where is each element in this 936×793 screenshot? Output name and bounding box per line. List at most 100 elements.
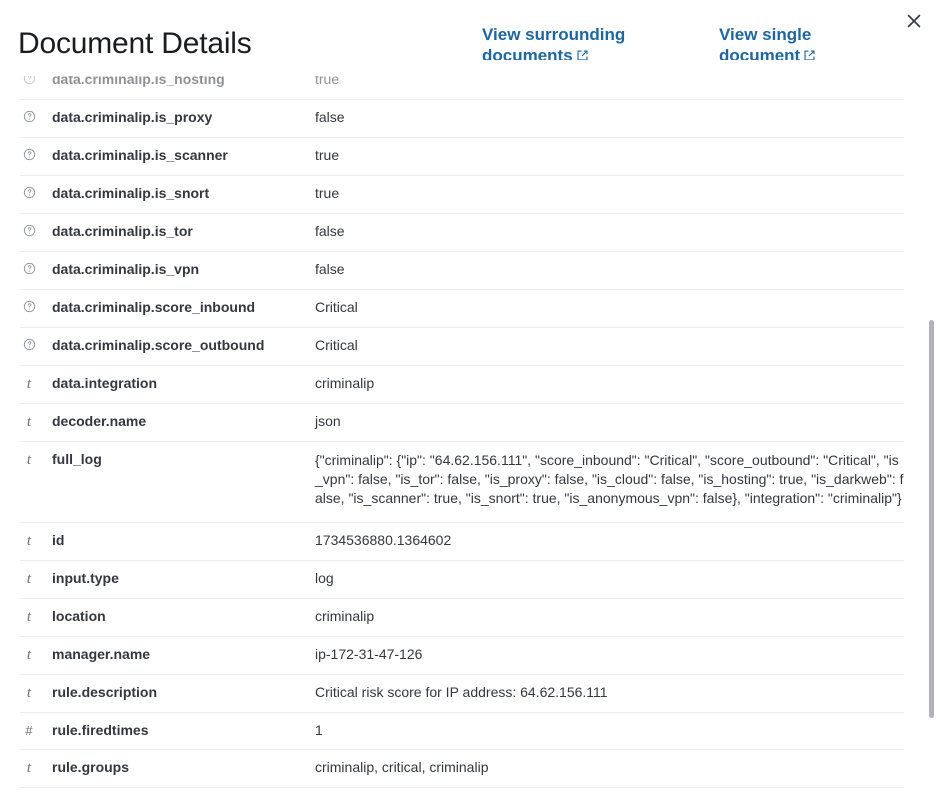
field-type-cell: t bbox=[20, 637, 52, 675]
field-name-cell: location bbox=[52, 608, 106, 624]
table-row: t rule.groups criminalip, critical, crimin… bbox=[20, 750, 904, 788]
table-row: data.criminalip.is_tor false bbox=[20, 214, 904, 252]
table-row: trule.id100628 bbox=[20, 788, 904, 793]
number-type-icon: # bbox=[25, 723, 33, 738]
table-row: t decoder.name json bbox=[20, 404, 904, 442]
field-name-cell: rule.description bbox=[52, 684, 158, 700]
field-name-cell: data.criminalip.score_outbound bbox=[52, 337, 265, 353]
table-row: data.criminalip.is_vpn false bbox=[20, 252, 904, 290]
text-type-icon: t bbox=[26, 760, 32, 776]
table-row: data.criminalip.is_snort true bbox=[20, 176, 904, 214]
field-value-cell: {"criminalip": {"ip": "64.62.156.111", "… bbox=[315, 452, 904, 506]
field-value-cell: true bbox=[315, 185, 340, 201]
flyout-header: Document Details View surrounding docume… bbox=[0, 0, 936, 76]
text-type-icon: t bbox=[26, 685, 32, 701]
field-name-cell: data.criminalip.is_scanner bbox=[52, 147, 228, 163]
field-value-cell: false bbox=[315, 223, 345, 239]
table-row: t full_log {"criminalip": {"ip": "64.62.15… bbox=[20, 442, 904, 523]
table-row: t manager.name ip-172-31-47-126 bbox=[20, 637, 904, 675]
external-link-icon bbox=[576, 49, 589, 62]
field-name-cell: data.criminalip.is_snort bbox=[52, 185, 210, 201]
table-row: t location criminalip bbox=[20, 599, 904, 637]
text-type-icon: t bbox=[26, 571, 32, 587]
close-button[interactable] bbox=[900, 8, 928, 36]
question-circle-icon bbox=[20, 184, 38, 199]
field-type-cell: t bbox=[20, 442, 52, 523]
field-name-cell: rule.groups bbox=[52, 759, 130, 775]
field-type-cell bbox=[20, 100, 52, 138]
field-name-cell: input.type bbox=[52, 570, 119, 586]
page-title: Document Details bbox=[18, 27, 252, 60]
field-name-cell: data.criminalip.is_vpn bbox=[52, 261, 200, 277]
field-name-cell: id bbox=[52, 532, 65, 548]
field-name-cell: data.criminalip.is_proxy bbox=[52, 109, 213, 125]
field-type-cell: t bbox=[20, 404, 52, 442]
field-type-cell bbox=[20, 214, 52, 252]
question-circle-icon bbox=[20, 298, 38, 313]
field-type-cell: t bbox=[20, 750, 52, 788]
question-circle-icon bbox=[20, 260, 38, 275]
view-surrounding-documents-link[interactable]: View surrounding documents bbox=[482, 24, 657, 66]
question-circle-icon bbox=[20, 146, 38, 161]
document-fields-table: data.criminalip.is_hosting true data.crimi… bbox=[20, 62, 904, 793]
field-value-cell: json bbox=[315, 413, 341, 429]
table-row: t data.integration criminalip bbox=[20, 366, 904, 404]
field-type-cell: t bbox=[20, 523, 52, 561]
field-name-cell: data.criminalip.score_inbound bbox=[52, 299, 256, 315]
table-row: t id 1734536880.1364602 bbox=[20, 523, 904, 561]
scrollbar-thumb[interactable] bbox=[929, 320, 934, 718]
field-value-cell[interactable]: 100628 bbox=[315, 788, 904, 793]
question-circle-icon bbox=[20, 108, 38, 123]
field-type-cell: # bbox=[20, 713, 52, 750]
field-type-cell: t bbox=[20, 675, 52, 713]
field-value-cell: false bbox=[315, 109, 345, 125]
table-row: # rule.firedtimes 1 bbox=[20, 713, 904, 750]
header-links: View surrounding documents View single d… bbox=[482, 24, 894, 66]
view-surrounding-documents-label: View surrounding documents bbox=[482, 25, 626, 65]
field-type-cell bbox=[20, 328, 52, 366]
document-details-flyout: data.criminalip.is_hosting true data.crimi… bbox=[0, 0, 936, 793]
document-fields-table-body: data.criminalip.is_hosting true data.crimi… bbox=[20, 62, 904, 793]
text-type-icon: t bbox=[26, 647, 32, 663]
text-type-icon: t bbox=[26, 452, 32, 468]
field-value-cell: Critical risk score for IP address: 64.6… bbox=[315, 684, 608, 700]
field-value-cell: 1 bbox=[315, 722, 323, 738]
field-value-cell: log bbox=[315, 570, 334, 586]
field-value-cell: criminalip bbox=[315, 608, 375, 624]
field-type-cell bbox=[20, 252, 52, 290]
field-type-cell bbox=[20, 138, 52, 176]
field-name-cell: data.integration bbox=[52, 375, 158, 391]
view-single-document-link[interactable]: View single document bbox=[719, 24, 894, 66]
text-type-icon: t bbox=[26, 609, 32, 625]
field-value-cell: false bbox=[315, 261, 345, 277]
field-name-cell: data.criminalip.is_tor bbox=[52, 223, 193, 239]
external-link-icon bbox=[803, 49, 816, 62]
field-name-cell: manager.name bbox=[52, 646, 151, 662]
document-details-scroll-area[interactable]: data.criminalip.is_hosting true data.crimi… bbox=[0, 0, 936, 793]
field-type-cell bbox=[20, 290, 52, 328]
field-value-cell: true bbox=[315, 147, 340, 163]
field-type-cell: t bbox=[20, 366, 52, 404]
field-name-cell: rule.firedtimes bbox=[52, 722, 149, 738]
scrollbar-track[interactable] bbox=[921, 0, 936, 793]
table-row: data.criminalip.is_proxy false bbox=[20, 100, 904, 138]
field-value-cell: Critical bbox=[315, 337, 358, 353]
table-row: data.criminalip.score_inbound Critical bbox=[20, 290, 904, 328]
table-row: t input.type log bbox=[20, 561, 904, 599]
field-value-cell: 1734536880.1364602 bbox=[315, 532, 452, 548]
field-value-cell: criminalip bbox=[315, 375, 375, 391]
text-type-icon: t bbox=[26, 414, 32, 430]
field-name-cell: rule.id bbox=[52, 788, 315, 793]
text-type-icon: t bbox=[26, 376, 32, 392]
view-single-document-label: View single document bbox=[719, 25, 812, 65]
field-name-cell: full_log bbox=[52, 451, 102, 467]
table-row: data.criminalip.is_scanner true bbox=[20, 138, 904, 176]
table-row: t rule.description Critical risk score for… bbox=[20, 675, 904, 713]
field-value-cell: Critical bbox=[315, 299, 358, 315]
close-icon bbox=[906, 13, 922, 32]
field-type-cell bbox=[20, 176, 52, 214]
question-circle-icon bbox=[20, 222, 38, 237]
field-value-cell: ip-172-31-47-126 bbox=[315, 646, 423, 662]
field-name-cell: decoder.name bbox=[52, 413, 147, 429]
question-circle-icon bbox=[20, 336, 38, 351]
